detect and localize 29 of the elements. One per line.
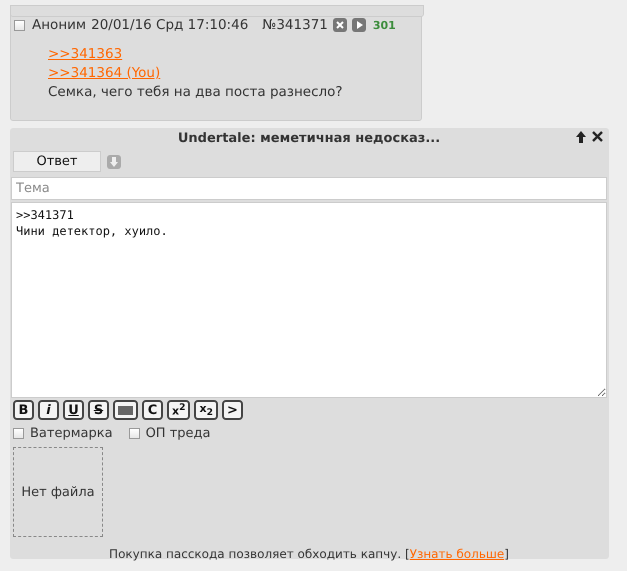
sup-format-button[interactable]: x$^{2}$ (167, 400, 190, 420)
post-date: 20/01/16 Срд 17:10:46 (91, 17, 248, 33)
strike-format-button[interactable]: S (88, 400, 109, 420)
checkbox[interactable] (14, 20, 25, 30)
checkbox-label: Ватермарка (30, 426, 113, 441)
spoiler-icon (118, 406, 133, 414)
passcode-notice: Покупка пасскода позволяет обходить капчу. [Узнать больше] (108, 547, 510, 561)
code-format-button[interactable]: C (142, 400, 163, 420)
bold-format-button[interactable]: B (13, 400, 34, 420)
post-number[interactable]: №341371 (262, 17, 328, 33)
underline-format-button[interactable]: U (63, 400, 84, 420)
play-icon[interactable] (352, 18, 366, 32)
author-name: Аноним (32, 17, 86, 33)
checkbox-label: ОП треда (146, 426, 210, 441)
italic-format-button[interactable]: i (38, 400, 59, 420)
spoiler-format-button[interactable] (113, 400, 138, 420)
file-dropzone[interactable]: Нет файла (13, 447, 103, 537)
checkbox[interactable] (13, 428, 24, 439)
subject-field[interactable]: Тема (11, 177, 607, 200)
close-icon[interactable] (592, 131, 603, 142)
checkbox[interactable] (128, 428, 140, 439)
reply-count: 301 (372, 18, 396, 32)
reply-button[interactable]: Ответ (13, 151, 101, 172)
message-field[interactable]: >>341371 Чини детектор, хуило. (11, 202, 607, 398)
quote-format-button[interactable]: > (222, 400, 243, 420)
arrow-up-icon[interactable] (576, 131, 586, 143)
post-text: Семка, чего тебя на два поста разнесло? (48, 83, 344, 102)
sub-format-button[interactable]: x$_{2}$ (194, 400, 218, 420)
form-title: Undertale: меметичная недосказ... (178, 130, 440, 146)
